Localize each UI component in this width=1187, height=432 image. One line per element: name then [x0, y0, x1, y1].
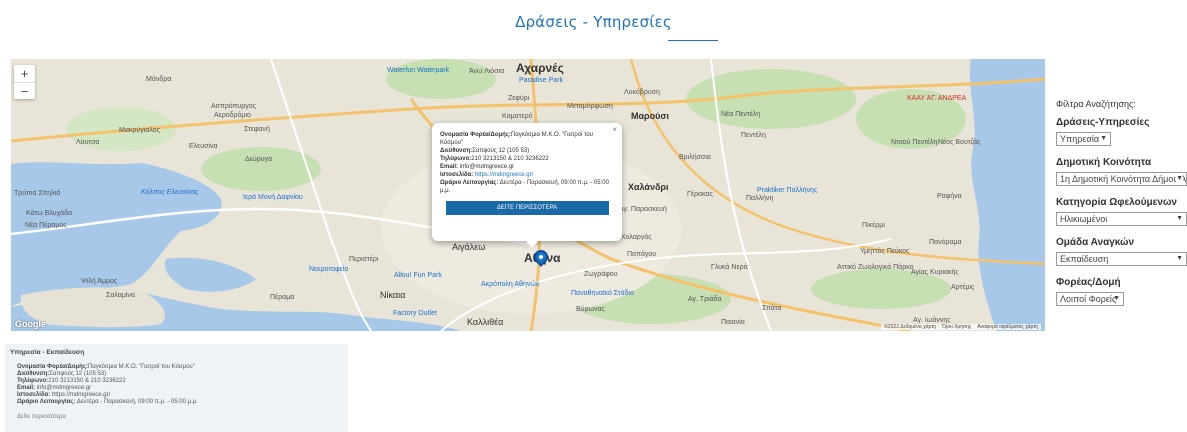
- infowindow-name: Ονομασία Φορέα/Δομής:Παγκόσμια Μ.Κ.Ο. "Γ…: [440, 132, 593, 146]
- chevron-down-icon: ▼: [1113, 295, 1120, 302]
- zoom-in-button[interactable]: +: [14, 65, 35, 82]
- infowindow-phone: Τηλέφωνο:210 3213150 & 210 3236222: [440, 156, 549, 162]
- filter-label-community: Δημοτική Κοινότητα: [1056, 157, 1152, 168]
- result-website-link[interactable]: https://mdmgreece.gr/: [52, 392, 110, 398]
- chevron-down-icon: ▼: [1176, 215, 1183, 222]
- map-infowindow: × Ονομασία Φορέα/Δομής:Παγκόσμια Μ.Κ.Ο. …: [432, 123, 622, 248]
- result-website: Ιστοσελίδα: https://mdmgreece.gr/: [17, 392, 111, 398]
- page-title: Δράσεις - Υπηρεσίες: [515, 13, 672, 31]
- map-footer: ©2022 Δεδομένα χάρτη Όροι Χρήσης Αναφορά…: [881, 324, 1041, 330]
- map[interactable]: Αθήνα Αχαρνές Μαρούσι Χαλάνδρι Αιγάλεω Κ…: [11, 59, 1045, 331]
- filter-select-actions[interactable]: Υπηρεσία ▼: [1056, 132, 1111, 146]
- website-link[interactable]: https://mdmgreece.gr/: [475, 172, 533, 178]
- chevron-down-icon: ▼: [1100, 135, 1107, 142]
- filters-heading: Φίλτρα Αναζήτησης:: [1056, 99, 1136, 109]
- infowindow-address: Διεύθυνση:Σαπφούς 12 (105 53): [440, 148, 530, 154]
- filter-select-needs[interactable]: Εκπαίδευση ▼: [1056, 252, 1187, 266]
- filter-select-organization[interactable]: Λοιποί Φορείς ▼: [1056, 292, 1124, 306]
- infowindow-website: Ιστοσελίδα: https://mdmgreece.gr/: [440, 172, 534, 178]
- result-address: Διεύθυνση:Σαπφούς 12 (105 53): [17, 371, 107, 377]
- result-card: Υπηρεσία - Εκπαίδευση Ονομασία Φορέα/Δομ…: [5, 344, 348, 432]
- filter-label-actions: Δράσεις-Υπηρεσίες: [1056, 117, 1150, 128]
- result-name: Ονομασία Φορέα/Δομής:Παγκόσμια Μ.Κ.Ο. "Γ…: [17, 364, 195, 370]
- infowindow-email: Email: info@mdmgreece.gr: [440, 164, 515, 170]
- infowindow-hours: Ωράριο Λειτουργίας: Δευτέρα - Παρασκευή,…: [440, 180, 609, 194]
- map-zoom-control: + −: [14, 65, 35, 99]
- filter-select-community[interactable]: 1η Δημοτική Κοινότητα Δήμου Αθηναίων▼: [1056, 172, 1187, 186]
- search-filters: Φίλτρα Αναζήτησης: Δράσεις-Υπηρεσίες Υπη…: [1056, 99, 1187, 317]
- google-logo: Google: [15, 319, 46, 329]
- filter-label-beneficiaries: Κατηγορία Ωφελούμενων: [1056, 197, 1177, 208]
- filter-label-organization: Φορέας/Δομή: [1056, 277, 1121, 288]
- chevron-down-icon: ▼: [1176, 173, 1183, 185]
- zoom-out-button[interactable]: −: [14, 82, 35, 99]
- result-title: Υπηρεσία - Εκπαίδευση: [10, 349, 85, 356]
- filter-label-needs: Ομάδα Αναγκών: [1056, 237, 1135, 248]
- map-data-credit: ©2022 Δεδομένα χάρτη: [884, 324, 937, 330]
- result-hours: Ωράριο Λειτουργίας: Δευτέρα - Παρασκευή,…: [17, 399, 198, 405]
- report-error-link[interactable]: Αναφορά σφάλματος χάρτη: [977, 324, 1038, 330]
- chevron-down-icon: ▼: [1176, 255, 1183, 262]
- close-icon[interactable]: ×: [612, 126, 617, 134]
- terms-link[interactable]: Όροι Χρήσης: [942, 324, 971, 330]
- title-underline: [668, 40, 718, 41]
- filter-select-beneficiaries[interactable]: Ηλικιωμένοι ▼: [1056, 212, 1187, 226]
- result-phone: Τηλέφωνο:210 3213150 & 210 3236222: [17, 378, 126, 384]
- result-email: Email: info@mdmgreece.gr: [17, 385, 92, 391]
- result-see-more-link[interactable]: Δείτε περισσότερα: [10, 414, 343, 421]
- see-more-button[interactable]: ΔΕΙΤΕ ΠΕΡΙΣΣΟΤΕΡΑ: [445, 201, 609, 215]
